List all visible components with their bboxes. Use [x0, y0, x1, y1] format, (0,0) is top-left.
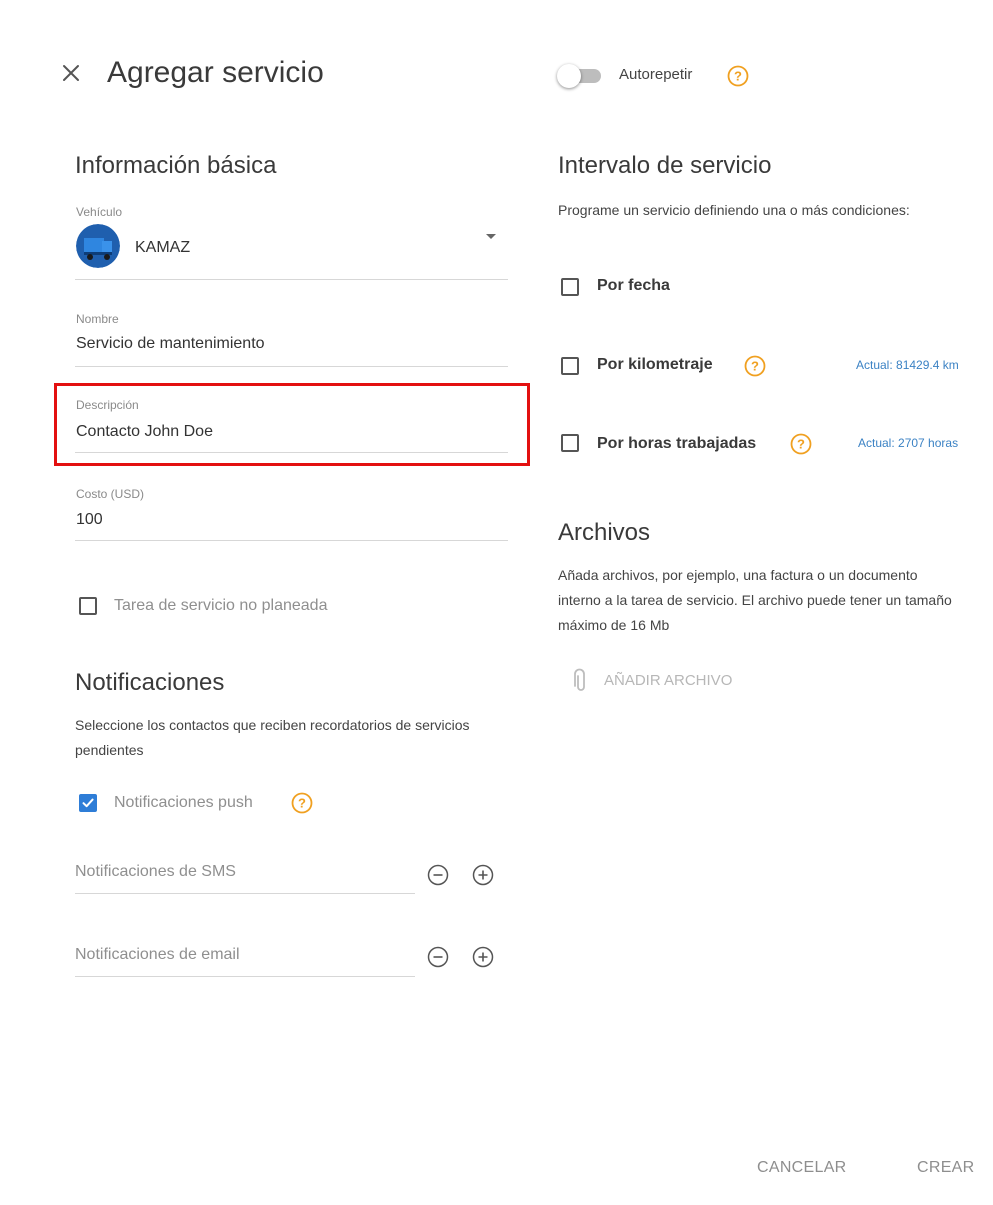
- add-file-button[interactable]: AÑADIR ARCHIVO: [604, 672, 732, 689]
- vehicle-avatar: [76, 224, 120, 268]
- by-hours-checkbox[interactable]: [561, 434, 579, 452]
- svg-text:?: ?: [751, 359, 759, 374]
- close-icon[interactable]: [58, 60, 84, 86]
- unplanned-label: Tarea de servicio no planeada: [114, 597, 328, 614]
- files-description: Añada archivos, por ejemplo, una factura…: [558, 567, 952, 633]
- checkmark-icon: [82, 798, 94, 808]
- cancel-button[interactable]: CANCELAR: [757, 1159, 847, 1177]
- service-interval-description: Programe un servicio definiendo una o má…: [558, 202, 910, 218]
- sms-underline: [75, 893, 415, 894]
- dropdown-arrow-icon[interactable]: [486, 234, 496, 239]
- email-underline: [75, 976, 415, 977]
- paperclip-icon: [574, 668, 585, 691]
- description-label: Descripción: [76, 398, 139, 412]
- basic-info-heading: Información básica: [75, 152, 277, 179]
- name-input[interactable]: Servicio de mantenimiento: [76, 335, 265, 353]
- help-icon[interactable]: ?: [727, 65, 749, 87]
- help-icon[interactable]: ?: [790, 433, 812, 455]
- push-checkbox[interactable]: [79, 794, 97, 812]
- by-mileage-label: Por kilometraje: [597, 356, 713, 373]
- mileage-current: Actual: 81429.4 km: [856, 358, 959, 372]
- push-label: Notificaciones push: [114, 794, 253, 811]
- vehicle-select-value[interactable]: KAMAZ: [135, 239, 190, 257]
- help-icon[interactable]: ?: [744, 355, 766, 377]
- hours-current: Actual: 2707 horas: [858, 436, 959, 450]
- cost-input[interactable]: 100: [76, 511, 103, 529]
- name-underline: [75, 366, 508, 367]
- name-label: Nombre: [76, 312, 119, 326]
- notifications-heading: Notificaciones: [75, 669, 225, 696]
- vehicle-underline: [75, 279, 508, 280]
- cost-label: Costo (USD): [76, 487, 145, 501]
- email-input[interactable]: Notificaciones de email: [75, 946, 240, 964]
- files-heading: Archivos: [558, 519, 651, 546]
- by-mileage-checkbox[interactable]: [561, 357, 579, 375]
- svg-text:?: ?: [298, 796, 306, 811]
- service-interval-heading: Intervalo de servicio: [558, 152, 772, 179]
- vehicle-label: Vehículo: [76, 205, 123, 219]
- sms-input[interactable]: Notificaciones de SMS: [75, 863, 236, 881]
- by-date-checkbox[interactable]: [561, 278, 579, 296]
- svg-text:?: ?: [734, 69, 742, 84]
- by-hours-label: Por horas trabajadas: [597, 435, 757, 452]
- autorepeat-label: Autorepetir: [619, 66, 693, 83]
- autorepeat-toggle[interactable]: [557, 64, 605, 88]
- create-button[interactable]: CREAR: [917, 1159, 975, 1177]
- dialog-title: Agregar servicio: [107, 56, 324, 89]
- svg-text:?: ?: [797, 437, 805, 452]
- description-underline: [75, 452, 508, 453]
- unplanned-checkbox[interactable]: [79, 597, 97, 615]
- remove-email-icon[interactable]: [427, 946, 449, 968]
- notifications-description: Seleccione los contactos que reciben rec…: [75, 717, 470, 758]
- remove-sms-icon[interactable]: [427, 864, 449, 886]
- help-icon[interactable]: ?: [291, 792, 313, 814]
- add-sms-icon[interactable]: [472, 864, 494, 886]
- by-date-label: Por fecha: [597, 277, 670, 294]
- add-email-icon[interactable]: [472, 946, 494, 968]
- description-input[interactable]: Contacto John Doe: [76, 423, 213, 441]
- cost-underline: [75, 540, 508, 541]
